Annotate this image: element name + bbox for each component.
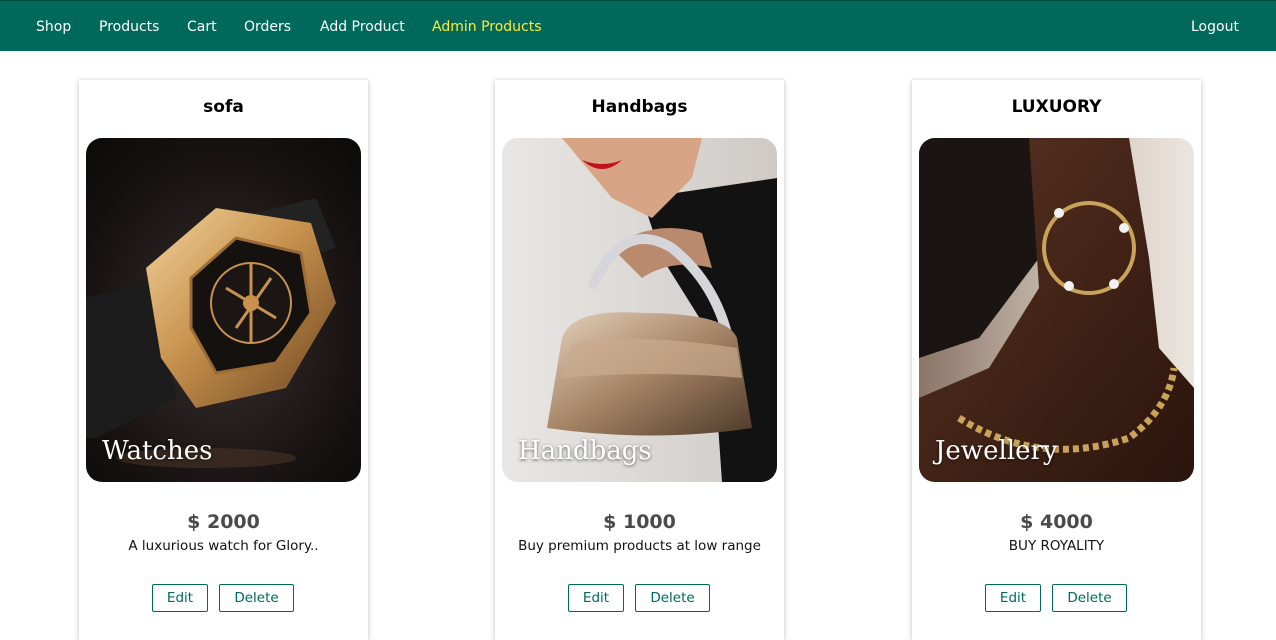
- nav-add-product[interactable]: Add Product: [320, 1, 405, 52]
- handbag-image: Handbags: [502, 138, 777, 482]
- image-caption: Watches: [102, 436, 213, 466]
- product-description: BUY ROYALITY: [1008, 538, 1105, 554]
- product-description: A luxurious watch for Glory..: [128, 538, 319, 554]
- delete-button[interactable]: Delete: [635, 584, 710, 612]
- product-price: $ 1000: [603, 511, 676, 533]
- product-card: LUXUORY Jewellery $ 4000 BUY ROYALITY Ed…: [912, 80, 1201, 640]
- product-card: sofa Watches $ 2000 A luxurious watch fo…: [79, 80, 368, 640]
- nav-products[interactable]: Products: [99, 1, 159, 52]
- logout-link[interactable]: Logout: [1191, 1, 1239, 52]
- product-title: LUXUORY: [1011, 97, 1102, 117]
- gold-watch-image: Watches: [86, 138, 361, 482]
- nav-cart[interactable]: Cart: [187, 1, 217, 52]
- jewellery-image: Jewellery: [919, 138, 1194, 482]
- delete-button[interactable]: Delete: [219, 584, 294, 612]
- product-title: sofa: [203, 97, 244, 117]
- main-navigation: Shop Products Cart Orders Add Product Ad…: [0, 0, 1276, 51]
- edit-button[interactable]: Edit: [568, 584, 624, 612]
- delete-button[interactable]: Delete: [1052, 584, 1127, 612]
- edit-button[interactable]: Edit: [985, 584, 1041, 612]
- image-caption: Handbags: [518, 436, 652, 466]
- product-card: Handbags Handbags $ 1000 Buy premium pro…: [495, 80, 784, 640]
- product-price: $ 4000: [1020, 511, 1093, 533]
- image-caption: Jewellery: [935, 436, 1058, 466]
- product-description: Buy premium products at low range: [518, 538, 761, 554]
- nav-admin-products[interactable]: Admin Products: [432, 1, 542, 52]
- product-price: $ 2000: [187, 511, 260, 533]
- edit-button[interactable]: Edit: [152, 584, 208, 612]
- nav-orders[interactable]: Orders: [244, 1, 291, 52]
- product-title: Handbags: [591, 97, 688, 117]
- nav-shop[interactable]: Shop: [36, 1, 71, 52]
